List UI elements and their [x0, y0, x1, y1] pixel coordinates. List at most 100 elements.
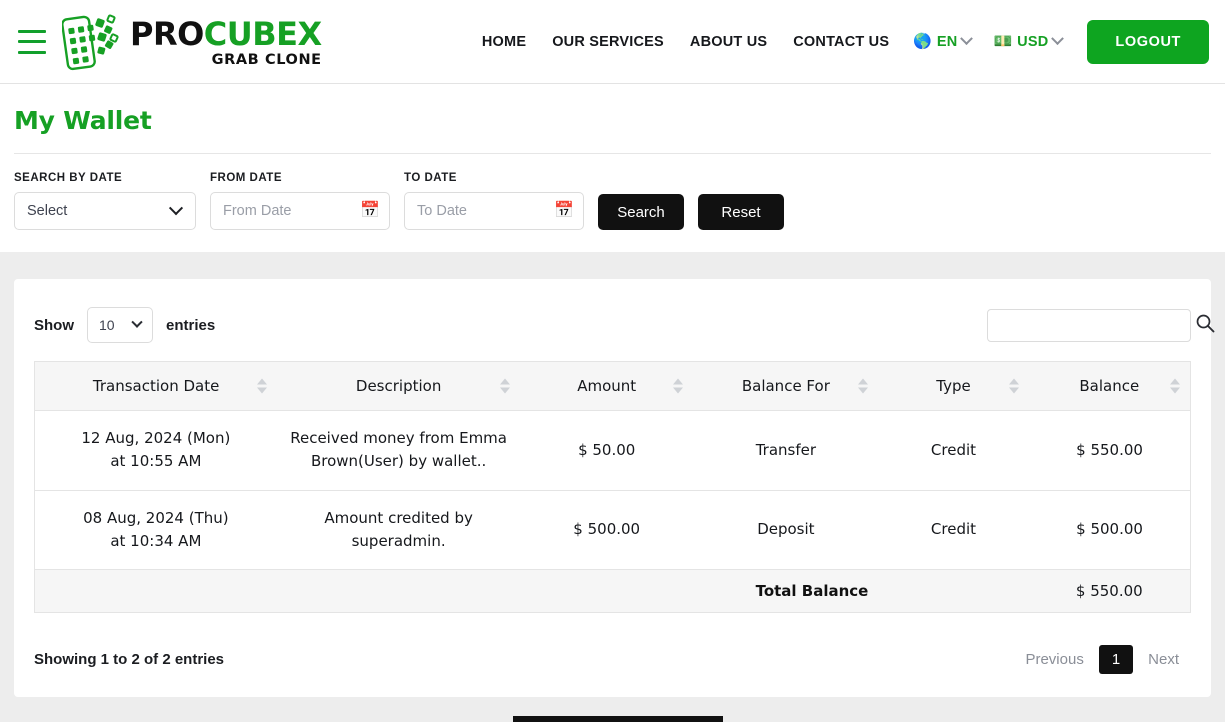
table-header-row: Transaction Date Description Amount Bala… — [34, 361, 1191, 411]
total-balance-label: Total Balance — [34, 569, 879, 613]
column-header-balance[interactable]: Balance — [1028, 361, 1191, 411]
table-body: 12 Aug, 2024 (Mon) at 10:55 AM Received … — [34, 410, 1191, 570]
cell-amount: $ 500.00 — [519, 490, 694, 570]
calendar-icon[interactable]: 📅 — [554, 203, 574, 219]
footer-edge — [513, 716, 723, 722]
transaction-date-line2: at 10:55 AM — [110, 452, 202, 471]
sort-icon[interactable] — [500, 378, 510, 394]
table-foot: Total Balance $ 550.00 — [34, 569, 1191, 613]
transaction-date-line1: 12 Aug, 2024 (Mon) — [81, 429, 231, 447]
main-navigation: HOME OUR SERVICES ABOUT US CONTACT US 🌎 … — [469, 19, 1209, 64]
logo-tagline: GRAB CLONE — [211, 51, 322, 68]
search-icon[interactable] — [1195, 313, 1215, 333]
table-head: Transaction Date Description Amount Bala… — [34, 361, 1191, 411]
search-by-date-field: SEARCH BY DATE Select — [14, 172, 196, 230]
entries-info: Showing 1 to 2 of 2 entries — [34, 651, 225, 668]
pagination-page-1[interactable]: 1 — [1098, 645, 1134, 674]
hamburger-bar — [18, 50, 46, 54]
hamburger-bar — [18, 29, 46, 33]
logout-button[interactable]: LOGOUT — [1087, 19, 1209, 64]
from-date-field: FROM DATE From Date 📅 — [210, 172, 390, 230]
hamburger-bar — [18, 40, 46, 43]
transactions-card: Show 10 entries Transaction Date Descrip… — [14, 279, 1215, 697]
money-icon: 💵 — [993, 33, 1013, 50]
search-button[interactable]: Search — [598, 194, 684, 230]
to-date-label: TO DATE — [404, 172, 457, 184]
filter-row: SEARCH BY DATE Select FROM DATE From Dat… — [14, 172, 1211, 230]
logo-text-cubex: CUBEX — [203, 14, 322, 53]
table-footer: Showing 1 to 2 of 2 entries Previous 1 N… — [34, 613, 1191, 674]
table-row: 12 Aug, 2024 (Mon) at 10:55 AM Received … — [34, 410, 1191, 491]
column-label: Balance For — [741, 377, 830, 395]
nav-item-contact-us[interactable]: CONTACT US — [780, 34, 902, 50]
procubex-logo-icon — [62, 13, 119, 70]
reset-button[interactable]: Reset — [698, 194, 784, 230]
cell-description: Amount credited by superadmin. — [276, 490, 520, 570]
transaction-date-line2: at 10:34 AM — [110, 531, 202, 550]
column-label: Transaction Date — [92, 377, 220, 395]
cell-balance-for: Deposit — [692, 490, 879, 570]
nav-item-about-us[interactable]: ABOUT US — [677, 34, 780, 50]
chevron-down-icon — [960, 32, 974, 46]
from-date-label: FROM DATE — [210, 172, 283, 184]
column-header-balance-for[interactable]: Balance For — [693, 361, 879, 411]
transaction-date-line1: 08 Aug, 2024 (Thu) — [83, 508, 229, 527]
language-label: EN — [936, 33, 958, 50]
site-logo[interactable]: PROCUBEX GRAB CLONE — [62, 11, 322, 73]
search-by-date-label: SEARCH BY DATE — [14, 172, 123, 184]
entries-label: entries — [166, 316, 216, 334]
table-search-input[interactable] — [987, 308, 1191, 342]
column-header-description[interactable]: Description — [277, 361, 520, 411]
calendar-icon[interactable]: 📅 — [360, 203, 380, 219]
cell-transaction-date: 12 Aug, 2024 (Mon) at 10:55 AM — [34, 410, 278, 491]
chevron-down-icon — [131, 316, 143, 328]
show-label: Show — [34, 316, 74, 334]
sort-icon[interactable] — [1170, 378, 1180, 394]
sort-icon[interactable] — [858, 378, 869, 394]
wallet-filter-panel: My Wallet SEARCH BY DATE Select FROM DAT… — [0, 84, 1225, 252]
page-length-control: Show 10 entries — [34, 307, 215, 343]
nav-item-our-services[interactable]: OUR SERVICES — [539, 34, 677, 50]
column-header-transaction-date[interactable]: Transaction Date — [34, 361, 278, 411]
to-date-input[interactable]: To Date 📅 — [404, 192, 584, 230]
sort-icon[interactable] — [1008, 378, 1019, 394]
currency-selector[interactable]: 💵 USD — [982, 32, 1073, 50]
table-controls: Show 10 entries — [34, 301, 1215, 361]
pagination: Previous 1 Next — [1013, 645, 1191, 674]
column-header-type[interactable]: Type — [878, 361, 1029, 411]
table-search — [987, 308, 1215, 342]
column-label: Type — [936, 377, 971, 395]
pagination-next[interactable]: Next — [1136, 645, 1191, 674]
logo-wordmark: PROCUBEX GRAB CLONE — [130, 16, 322, 68]
cell-transaction-date: 08 Aug, 2024 (Thu) at 10:34 AM — [34, 490, 278, 570]
from-date-input[interactable]: From Date 📅 — [210, 192, 390, 230]
transactions-table: Transaction Date Description Amount Bala… — [34, 361, 1191, 613]
page-length-select[interactable]: 10 — [87, 307, 153, 343]
hamburger-icon[interactable] — [18, 29, 48, 54]
sort-icon[interactable] — [673, 378, 684, 394]
sort-icon[interactable] — [257, 378, 268, 394]
column-label: Balance — [1079, 377, 1140, 395]
to-date-placeholder: To Date — [417, 203, 467, 219]
search-by-date-value: Select — [27, 203, 68, 219]
pagination-previous[interactable]: Previous — [1013, 645, 1095, 674]
nav-item-home[interactable]: HOME — [469, 34, 539, 50]
chevron-down-icon — [168, 201, 184, 216]
language-selector[interactable]: 🌎 EN — [902, 32, 982, 50]
title-divider — [14, 153, 1211, 154]
cell-description: Received money from Emma Brown(User) by … — [276, 410, 520, 491]
cell-balance: $ 500.00 — [1028, 490, 1191, 570]
column-label: Amount — [577, 377, 637, 395]
cell-type: Credit — [877, 490, 1029, 570]
total-balance-spacer — [878, 569, 1029, 613]
column-header-amount[interactable]: Amount — [520, 361, 694, 411]
cell-type: Credit — [877, 410, 1029, 491]
cell-amount: $ 50.00 — [519, 410, 694, 491]
total-balance-value: $ 550.00 — [1028, 569, 1191, 613]
chevron-down-icon — [1051, 32, 1065, 46]
logo-text-pro: PRO — [130, 14, 204, 53]
page-title: My Wallet — [14, 106, 152, 135]
search-by-date-select[interactable]: Select — [14, 192, 196, 230]
cell-balance-for: Transfer — [692, 410, 879, 491]
column-label: Description — [355, 377, 442, 395]
